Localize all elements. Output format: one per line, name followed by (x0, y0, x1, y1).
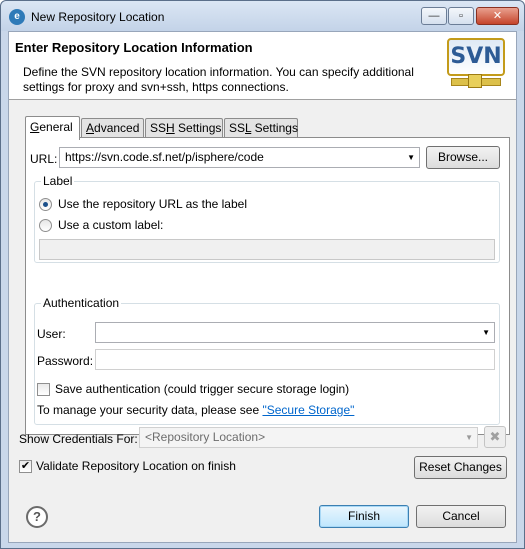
eclipse-app-icon: e (9, 9, 25, 25)
check-icon: ✔ (20, 460, 31, 472)
radio-use-repo-url[interactable] (39, 198, 52, 211)
tab-ssh-mnemonic: H (166, 121, 175, 135)
label-group-title: Label (41, 174, 75, 188)
radio-use-custom-label[interactable] (39, 219, 52, 232)
tab-ssl-settings[interactable]: SSL Settings (224, 118, 298, 138)
svn-logo-knob (468, 74, 482, 88)
tab-ssh-prefix: SS (150, 121, 167, 135)
custom-label-input[interactable] (39, 239, 495, 260)
password-label: Password: (37, 354, 94, 368)
cancel-button[interactable]: Cancel (416, 505, 506, 528)
tab-advanced[interactable]: Advanced (81, 118, 144, 138)
header-description: Define the SVN repository location infor… (23, 65, 414, 94)
credentials-value: <Repository Location> (145, 430, 266, 444)
save-authentication-label[interactable]: Save authentication (could trigger secur… (55, 382, 349, 396)
reset-changes-button[interactable]: Reset Changes (414, 456, 507, 479)
tab-advanced-label: dvanced (94, 121, 140, 135)
dialog-client-area: Enter Repository Location Information De… (8, 31, 517, 543)
validate-checkbox[interactable]: ✔ (19, 460, 32, 473)
maximize-button[interactable]: ▫ (448, 7, 474, 25)
authentication-group-title: Authentication (41, 296, 122, 310)
minimize-button[interactable]: — (421, 7, 447, 25)
svn-logo-text: SVN (447, 38, 505, 76)
title-bar: e New Repository Location — ▫ ✕ (1, 1, 524, 31)
radio-use-custom-label-text[interactable]: Use a custom label: (58, 218, 163, 232)
tab-ssl-label: Settings (251, 121, 298, 135)
tab-general[interactable]: General (25, 116, 80, 140)
secure-storage-text: To manage your security data, please see (37, 403, 263, 417)
header-title: Enter Repository Location Information (15, 40, 253, 55)
delete-icon: ✖ (489, 429, 501, 444)
url-combo[interactable]: https://svn.code.sf.net/p/isphere/code ▼ (59, 147, 420, 168)
validate-label[interactable]: Validate Repository Location on finish (36, 459, 236, 473)
help-icon[interactable]: ? (26, 506, 48, 528)
tab-ssh-settings[interactable]: SSH Settings (145, 118, 223, 138)
label-group: Label Use the repository URL as the labe… (34, 174, 500, 263)
user-combo[interactable]: ▼ (95, 322, 495, 343)
general-tab-panel: URL: https://svn.code.sf.net/p/isphere/c… (25, 137, 510, 435)
dialog-header: Enter Repository Location Information De… (9, 32, 516, 100)
browse-button[interactable]: Browse... (426, 146, 500, 169)
window-title: New Repository Location (31, 10, 165, 24)
secure-storage-link[interactable]: "Secure Storage" (262, 403, 354, 417)
chevron-down-icon[interactable]: ▼ (465, 433, 473, 442)
tab-ssl-prefix: SS (229, 121, 246, 135)
url-value: https://svn.code.sf.net/p/isphere/code (65, 150, 264, 164)
delete-credentials-button[interactable]: ✖ (484, 426, 506, 448)
tab-general-mnemonic: G (30, 120, 40, 134)
chevron-down-icon[interactable]: ▼ (482, 328, 490, 337)
radio-use-repo-url-label[interactable]: Use the repository URL as the label (58, 197, 247, 211)
url-label: URL: (30, 152, 58, 166)
password-input[interactable] (95, 349, 495, 370)
dialog-window: e New Repository Location — ▫ ✕ Enter Re… (0, 0, 525, 549)
tab-ssh-label: Settings (174, 121, 222, 135)
close-button[interactable]: ✕ (476, 7, 519, 25)
chevron-down-icon[interactable]: ▼ (407, 153, 415, 162)
tab-advanced-mnemonic: A (86, 121, 95, 135)
svn-logo-icon: SVN (447, 38, 505, 90)
tab-general-label: eneral (39, 120, 73, 134)
save-authentication-checkbox[interactable] (37, 383, 50, 396)
authentication-group: Authentication User: ▼ Password: Save au… (34, 296, 500, 425)
credentials-combo[interactable]: <Repository Location> ▼ (139, 427, 478, 448)
show-credentials-label: Show Credentials For: (19, 432, 138, 446)
user-label: User: (37, 327, 66, 341)
secure-storage-line: To manage your security data, please see… (37, 403, 354, 417)
finish-button[interactable]: Finish (319, 505, 409, 528)
